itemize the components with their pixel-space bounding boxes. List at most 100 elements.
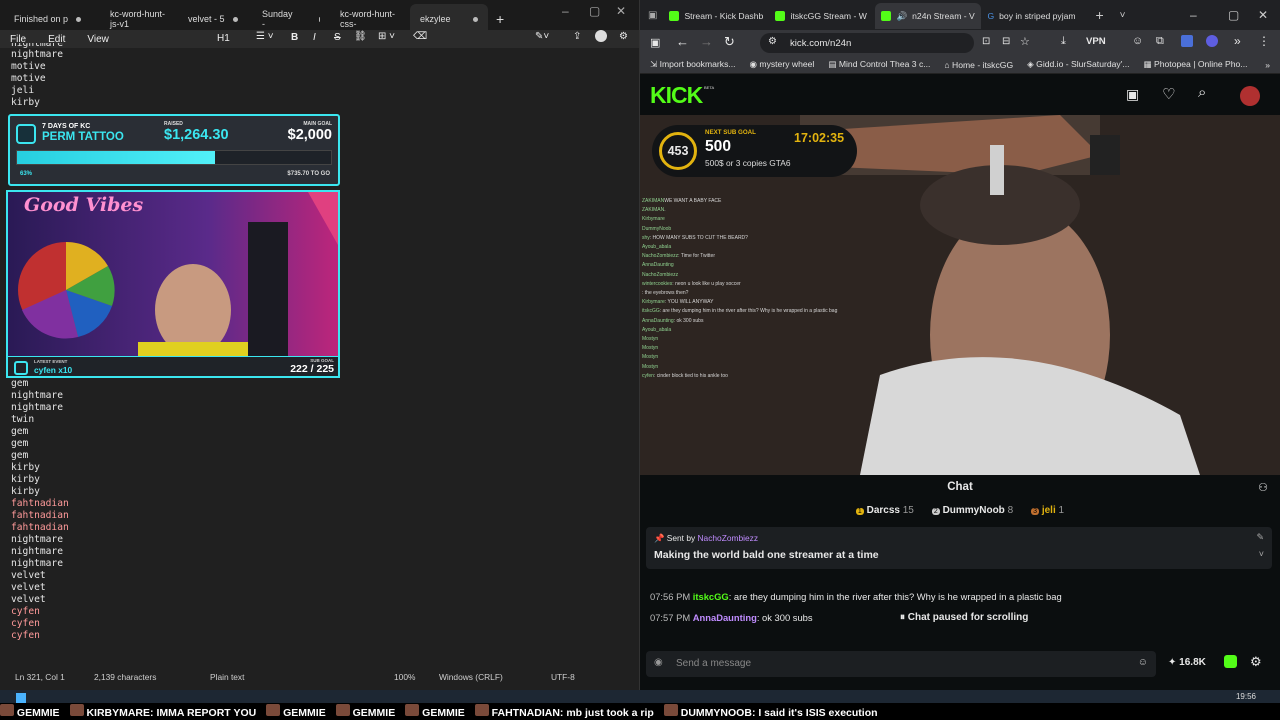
tab-actions-icon[interactable]: ▣ [648, 10, 657, 21]
account-avatar[interactable] [595, 30, 607, 42]
text-line: kirby [11, 462, 40, 473]
overlay-chat-line: ZAKIMAN. [642, 206, 837, 215]
chat-users-icon[interactable]: ⚇ [1258, 481, 1268, 494]
address-bar[interactable]: ⚙ kick.com/n24n [760, 33, 974, 53]
chat-input[interactable]: ◉ Send a message ☺ [646, 651, 1156, 677]
copilot-icon[interactable]: ✎˅ [535, 31, 549, 42]
tab-label: itskcGG Stream - W [790, 11, 867, 21]
leader-item[interactable]: 2 DummyNoob 8 [931, 505, 1013, 516]
taskbar-clock[interactable]: 19:56 [1236, 692, 1256, 701]
kick-points-icon[interactable] [1224, 655, 1237, 668]
tab-search-icon[interactable]: ˅ [1120, 10, 1126, 21]
table-icon[interactable]: ⊞ ˅ [378, 31, 395, 42]
link-icon[interactable]: ⛓ [354, 31, 367, 42]
message-time: 07:56 PM [650, 591, 691, 602]
video-player[interactable]: 453 NEXT SUB GOAL 500 17:02:35 500$ or 3… [640, 115, 1280, 475]
chat-paused-banner[interactable]: ⏸ Chat paused for scrolling [892, 608, 1037, 628]
ticker-avatar-icon [266, 704, 281, 716]
notepad-text[interactable]: gem nightmare nightmare twin gem gem gem kirby k… [11, 378, 69, 642]
profile-icon[interactable]: ☺ [1132, 35, 1143, 47]
encoding[interactable]: UTF-8 [551, 672, 575, 682]
download-icon[interactable]: ⤓ [1061, 35, 1066, 48]
bookmark-item[interactable]: ⇲ Import bookmarks... [650, 59, 736, 70]
menu-kebab-icon[interactable]: ⋮ [1258, 34, 1270, 48]
maximize-icon[interactable]: ▢ [589, 4, 600, 18]
notepad-statusbar: Ln 321, Col 1 2,139 characters Plain tex… [0, 669, 640, 685]
start-icon[interactable] [16, 693, 26, 703]
following-icon[interactable]: ▣ [1126, 86, 1139, 103]
share-icon[interactable]: ⇪ [573, 31, 581, 42]
overlay-chat-line: cyfen: cinder block tied to his ankle to… [642, 372, 837, 381]
browser-tab[interactable]: Gboy in striped pyjam [981, 3, 1087, 29]
chat-settings-gear-icon[interactable]: ⚙ [1250, 654, 1262, 670]
bookmark-item[interactable]: ◈ Gidd.io - SlurSaturday'... [1027, 59, 1129, 70]
site-info-icon[interactable]: ⚙ [768, 36, 777, 47]
emoji-icon[interactable]: ☺ [1138, 657, 1148, 668]
sub-goal-widget: 453 NEXT SUB GOAL 500 17:02:35 500$ or 3… [652, 125, 857, 177]
goal-progress-fill [17, 151, 215, 164]
list-icon[interactable]: ☰ ˅ [256, 31, 274, 42]
user-avatar[interactable] [1240, 86, 1260, 106]
text-line: jeli [11, 85, 35, 96]
line-ending[interactable]: Windows (CRLF) [439, 672, 503, 682]
browser-window: ▣ Stream - Kick Dashb itskcGG Stream - W… [640, 0, 1280, 690]
install-app-icon[interactable]: ⊡ [982, 36, 990, 47]
bold-icon[interactable]: B [291, 32, 298, 43]
leader-item[interactable]: 1 Darcss 15 [855, 505, 914, 516]
new-tab-icon[interactable]: + [1095, 7, 1103, 23]
vpn-badge[interactable]: VPN [1086, 36, 1106, 47]
kick-favicon-icon [881, 11, 892, 21]
goal-progress-track [16, 150, 332, 165]
chevron-down-icon[interactable]: ˅ [1259, 549, 1264, 559]
ticker-name: KIRBYMARE [86, 707, 151, 719]
message-user[interactable]: itskcGG [693, 591, 729, 602]
strikethrough-icon[interactable]: S [334, 32, 341, 43]
menu-view[interactable]: View [87, 34, 109, 45]
more-chevron-icon[interactable]: » [1234, 34, 1241, 48]
text-line: nightmare [11, 558, 63, 569]
settings-gear-icon[interactable]: ⚙ [619, 31, 628, 42]
sidebar-icon[interactable]: ▣ [650, 36, 660, 49]
emote-badge-icon[interactable]: ◉ [654, 657, 663, 668]
browser-tab-active[interactable]: 🔊n24n Stream - V✕ [875, 3, 982, 29]
kick-logo[interactable]: KICK [650, 82, 703, 109]
bookmark-item[interactable]: ▦ Photopea | Online Pho... [1144, 59, 1248, 70]
maximize-icon[interactable]: ▢ [1228, 8, 1239, 22]
pinned-author[interactable]: NachoZombiezz [698, 533, 759, 543]
message-user[interactable]: AnnaDaunting [693, 612, 757, 623]
unpin-icon[interactable]: ✎ [1256, 532, 1264, 543]
close-icon[interactable]: ✕ [616, 4, 626, 18]
overlay-chat-user: Mostyn [642, 336, 659, 343]
back-icon[interactable]: ← [676, 34, 689, 49]
screenshot-icon[interactable]: ⊟ [1002, 36, 1010, 47]
unsaved-dot-icon [232, 16, 238, 22]
leader-item[interactable]: 3 jeli 1 [1031, 505, 1064, 516]
minimize-icon[interactable]: – [562, 4, 569, 18]
browser-tab[interactable]: itskcGG Stream - W [769, 3, 875, 29]
bookmark-star-icon[interactable]: ☆ [1020, 35, 1030, 48]
bookmark-item[interactable]: ▤ Mind Control Thea 3 c... [828, 59, 930, 70]
search-icon[interactable]: ⌕ [1198, 84, 1206, 101]
italic-icon[interactable]: I [313, 32, 316, 43]
text-mode[interactable]: Plain text [210, 672, 244, 682]
heart-icon[interactable]: ♡ [1162, 85, 1175, 103]
extension-shield-icon[interactable] [1181, 35, 1193, 47]
heading-button[interactable]: H1 [217, 33, 230, 44]
forward-icon[interactable]: → [700, 34, 713, 49]
extension-dot-icon[interactable] [1206, 35, 1218, 47]
char-count: 2,139 characters [94, 672, 157, 682]
extensions-icon[interactable]: ⧉ [1156, 35, 1164, 48]
minimize-icon[interactable]: – [1190, 8, 1197, 22]
clear-format-icon[interactable]: ⌫ [413, 31, 427, 42]
zoom-level[interactable]: 100% [394, 672, 415, 682]
close-icon[interactable]: ✕ [1258, 8, 1268, 22]
notepad-text-top[interactable]: nightmare nightmare motive motive jeli k… [11, 43, 63, 109]
bookmark-item[interactable]: ◉ mystery wheel [750, 59, 815, 70]
browser-tab[interactable]: Stream - Kick Dashb [663, 3, 769, 29]
more-bookmarks-icon[interactable]: » [1265, 60, 1270, 70]
text-line: nightmare [11, 546, 63, 557]
reload-icon[interactable]: ↻ [724, 34, 735, 50]
bookmark-item[interactable]: ⌂ Home - itskcGG [944, 60, 1013, 70]
audio-icon[interactable]: 🔊 [896, 11, 907, 22]
overlay-chat-user: Mostyn [642, 354, 659, 361]
